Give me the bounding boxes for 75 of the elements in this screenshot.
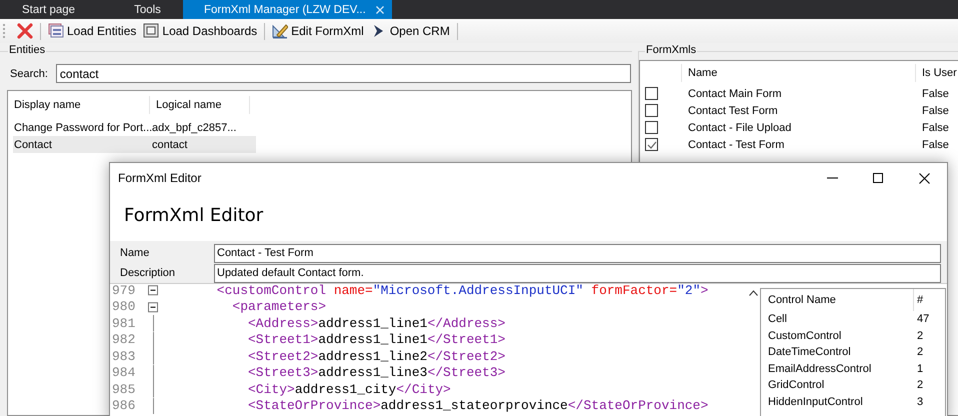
field-label: Name <box>119 247 150 259</box>
toolbar-button[interactable]: Load Entities <box>46 21 138 41</box>
search-label: Search: <box>10 68 48 80</box>
line-number: 982 <box>111 332 136 348</box>
column-header[interactable]: Display name <box>8 96 150 114</box>
table-cell-text: EmailAddressControl <box>767 362 872 375</box>
table-cell-text: 1 <box>916 362 924 375</box>
group-label: FormXmls <box>645 44 698 56</box>
table-icon <box>48 23 64 39</box>
table-cell-text: HiddenInputControl <box>767 396 864 408</box>
code-line: <parameters> <box>231 299 326 314</box>
is-user-value: False <box>921 138 949 150</box>
list-row[interactable]: Contact contact <box>13 136 256 153</box>
tab[interactable]: Tools <box>113 0 183 19</box>
toolbar-button[interactable]: Open CRM <box>368 21 452 41</box>
code-line: <StateOrProvince>address1_stateorprovince</StateOrProvince> <box>247 398 708 414</box>
code-line: <Street3>address1_line3</Street3> <box>247 365 506 380</box>
line-number: 986 <box>111 398 136 414</box>
delete-button[interactable] <box>15 21 35 41</box>
is-user-value: False <box>921 88 949 100</box>
dialog-heading: FormXml Editor <box>124 205 264 228</box>
table-cell-text: 3 <box>916 396 924 408</box>
checkbox[interactable] <box>645 138 658 151</box>
table-cell-text: 47 <box>916 313 930 326</box>
check-icon <box>646 140 656 148</box>
column-header[interactable]: # <box>914 294 924 306</box>
code-line: <City>address1_city</City> <box>247 382 451 397</box>
line-number: 980 <box>111 299 136 314</box>
form-name: Contact - Test Form <box>687 138 786 150</box>
code-line: <Address>address1_line1</Address> <box>247 316 506 331</box>
table-cell-text: GridControl <box>767 379 826 392</box>
scroll-up-icon[interactable] <box>749 290 758 296</box>
line-number: 983 <box>111 348 136 364</box>
code-line: <Street2>address1_line2</Street2> <box>247 348 506 364</box>
search-field[interactable]: contact <box>56 64 631 83</box>
line-number: 984 <box>111 365 136 380</box>
text-field[interactable]: Updated default Contact form. <box>214 264 941 282</box>
table-cell-text: DateTimeControl <box>767 346 852 358</box>
column-header[interactable]: Name <box>682 64 916 82</box>
field-label: Description <box>119 267 176 279</box>
toolbar-button[interactable]: Load Dashboards <box>141 21 260 41</box>
delete-icon <box>17 23 33 39</box>
pencil-ruler-icon <box>272 23 288 39</box>
is-user-value: False <box>921 104 949 116</box>
table-cell-text: 2 <box>916 346 924 358</box>
checkbox[interactable] <box>645 121 658 134</box>
table-cell-text: CustomControl <box>767 330 842 342</box>
close-icon[interactable] <box>376 6 384 14</box>
table-cell-text: 2 <box>916 379 924 392</box>
close-icon <box>918 172 930 184</box>
column-header[interactable]: Is User <box>916 64 958 82</box>
form-name: Contact - File Upload <box>687 122 792 134</box>
toolbar-button[interactable]: Edit FormXml <box>270 21 366 41</box>
text-field[interactable]: Contact - Test Form <box>214 244 941 262</box>
table-cell-text: 2 <box>916 330 924 342</box>
form-name: Contact Main Form <box>687 88 783 100</box>
tab[interactable]: FormXml Manager (LZW DEV... <box>182 0 392 19</box>
line-number: 985 <box>111 382 136 397</box>
table-cell-text: Cell <box>767 313 788 326</box>
column-header[interactable]: Control Name <box>761 289 914 311</box>
checkbox[interactable] <box>645 87 658 100</box>
form-name: Contact Test Form <box>687 104 779 116</box>
checkbox[interactable] <box>645 104 658 117</box>
window-icon <box>143 23 160 39</box>
tab[interactable]: Start page <box>0 0 114 19</box>
group-label: Entities <box>8 44 46 56</box>
is-user-value: False <box>921 122 949 134</box>
list-row[interactable]: Change Password for Port...adx_bpf_c2857... <box>13 119 256 136</box>
column-header[interactable]: Logical name <box>150 96 250 114</box>
line-number: 979 <box>111 282 136 298</box>
code-line: <customControl name="Microsoft.AddressInputUCI" formFactor="2"> <box>216 282 708 298</box>
code-line: <Street1>address1_line1</Street1> <box>247 332 506 348</box>
maximize-icon <box>872 172 884 184</box>
window-title: FormXml Editor <box>118 171 202 185</box>
line-number: 981 <box>111 316 136 331</box>
